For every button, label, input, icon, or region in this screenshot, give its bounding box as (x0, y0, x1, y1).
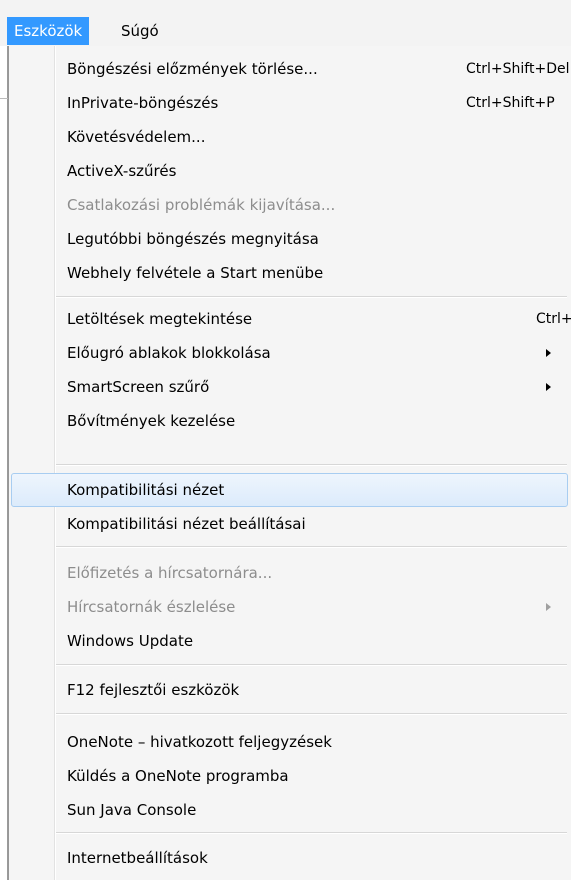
menu-separator (56, 713, 567, 715)
menu-item-label: Sun Java Console (67, 801, 197, 819)
menu-item-label: Internetbeállítások (67, 849, 208, 867)
menu-item-add-to-start[interactable]: Webhely felvétele a Start menübe (11, 256, 568, 290)
menu-item-label: Előfizetés a hírcsatornára... (67, 564, 273, 582)
menu-item-delete-history[interactable]: Böngészési előzmények törlése... Ctrl+Sh… (11, 52, 570, 86)
menu-item-manage-addons[interactable]: Bővítmények kezelése (11, 404, 568, 438)
menu-item-label: Letöltések megtekintése (67, 310, 253, 328)
menu-item-popup-blocker[interactable]: Előugró ablakok blokkolása (11, 336, 568, 370)
menu-item-smartscreen[interactable]: SmartScreen szűrő (11, 370, 568, 404)
menu-item-f12-developer-tools[interactable]: F12 fejlesztői eszközök (11, 673, 568, 707)
menu-item-shortcut: Ctrl+J (536, 311, 571, 327)
tools-dropdown-menu: Böngészési előzmények törlése... Ctrl+Sh… (8, 46, 571, 880)
menu-item-label: Bővítmények kezelése (67, 412, 236, 430)
menu-tools[interactable]: Eszközök (7, 17, 90, 45)
menu-item-sun-java-console[interactable]: Sun Java Console (11, 793, 568, 827)
menu-item-label: Csatlakozási problémák kijavítása... (67, 196, 336, 214)
menu-item-inprivate[interactable]: InPrivate-böngészés Ctrl+Shift+P (11, 86, 568, 120)
submenu-arrow-icon (546, 603, 551, 611)
menu-item-label: Hírcsatornák észlelése (67, 598, 236, 616)
menu-item-onenote-linked-notes[interactable]: OneNote – hivatkozott feljegyzések (11, 725, 568, 759)
menu-item-label: ActiveX-szűrés (67, 162, 177, 180)
menu-item-fix-connection: Csatlakozási problémák kijavítása... (11, 188, 568, 222)
menu-item-label: OneNote – hivatkozott feljegyzések (67, 733, 332, 751)
menu-item-subscribe-feed: Előfizetés a hírcsatornára... (11, 556, 568, 590)
menu-item-label: Előugró ablakok blokkolása (67, 344, 271, 362)
menu-item-view-downloads[interactable]: Letöltések megtekintése Ctrl+J (11, 302, 571, 336)
menu-item-send-to-onenote[interactable]: Küldés a OneNote programba (11, 759, 568, 793)
menu-item-reopen-last-session[interactable]: Legutóbbi böngészés megnyitása (11, 222, 568, 256)
menu-item-label: Legutóbbi böngészés megnyitása (67, 230, 319, 248)
submenu-arrow-icon (546, 349, 551, 357)
menu-item-internet-options[interactable]: Internetbeállítások (11, 841, 568, 875)
menu-item-tracking-protection[interactable]: Követésvédelem... (11, 120, 568, 154)
menu-item-label: Követésvédelem... (67, 128, 206, 146)
menu-item-shortcut: Ctrl+Shift+P (466, 95, 555, 111)
menu-separator (56, 664, 567, 666)
menu-item-label: Webhely felvétele a Start menübe (67, 264, 324, 282)
submenu-arrow-icon (546, 383, 551, 391)
menu-item-label: F12 fejlesztői eszközök (67, 681, 240, 699)
menu-item-label: Windows Update (67, 632, 194, 650)
menu-item-feed-discovery: Hírcsatornák észlelése (11, 590, 568, 624)
menu-item-compatibility-settings[interactable]: Kompatibilitási nézet beállításai (11, 507, 568, 541)
menu-separator (56, 832, 567, 834)
menu-item-label: Böngészési előzmények törlése... (67, 60, 318, 78)
page-edge-tick (0, 98, 8, 99)
menu-item-windows-update[interactable]: Windows Update (11, 624, 568, 658)
menu-item-compatibility-view[interactable]: Kompatibilitási nézet (11, 473, 568, 507)
menu-item-label: Küldés a OneNote programba (67, 767, 289, 785)
menu-separator (56, 296, 567, 298)
menu-separator (56, 464, 567, 466)
menu-item-label: Kompatibilitási nézet beállításai (67, 515, 306, 533)
menu-help[interactable]: Súgó (114, 17, 166, 45)
menu-item-activex-filtering[interactable]: ActiveX-szűrés (11, 154, 568, 188)
menu-bar: Eszközök Súgó (0, 0, 571, 47)
menu-item-shortcut: Ctrl+Shift+Del (466, 61, 570, 77)
menu-separator (56, 546, 567, 548)
menu-item-label: InPrivate-böngészés (67, 94, 219, 112)
menu-item-label: SmartScreen szűrő (67, 378, 210, 396)
menu-item-label: Kompatibilitási nézet (67, 481, 225, 499)
